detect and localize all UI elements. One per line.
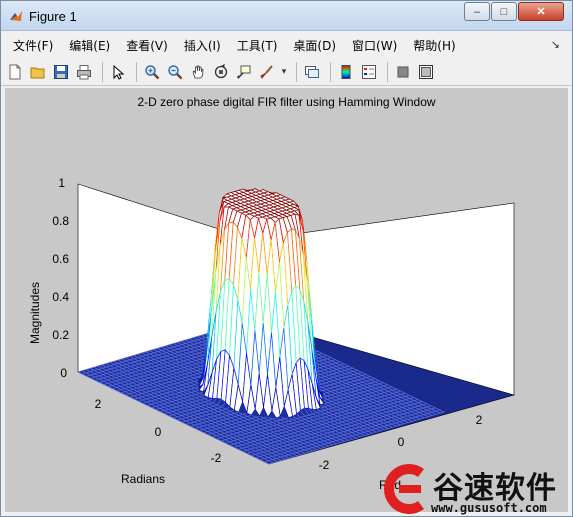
- select-arrow-icon[interactable]: [108, 62, 128, 82]
- open-file-icon[interactable]: [28, 62, 48, 82]
- window-title: Figure 1: [29, 9, 77, 24]
- menu-bar: 文件(F) 编辑(E) 查看(V) 插入(I) 工具(T) 桌面(D) 窗口(W…: [1, 32, 572, 58]
- close-button[interactable]: ✕: [518, 2, 564, 21]
- z-axis: 1 0.8 0.6 0.4 0.2 0 Magnitudes: [28, 176, 69, 380]
- figure-canvas[interactable]: 2-D zero phase digital FIR filter using …: [5, 88, 568, 512]
- watermark-logo-icon: [384, 464, 424, 514]
- z-tick-label: 0.8: [52, 214, 69, 228]
- surface-plot[interactable]: 1 0.8 0.6 0.4 0.2 0 Magnitudes 2 0 -2 Ra…: [5, 88, 568, 512]
- zoom-out-icon[interactable]: [165, 62, 185, 82]
- z-tick-label: 0: [60, 366, 67, 380]
- menu-help[interactable]: 帮助(H): [405, 34, 463, 57]
- toolbar-separator: [136, 61, 137, 82]
- watermark-url: www.gususoft.com: [431, 501, 547, 515]
- toolbar-separator: [296, 61, 297, 82]
- figure-window: Figure 1 – □ ✕ 文件(F) 编辑(E) 查看(V) 插入(I) 工…: [0, 0, 573, 517]
- brush-dropdown-icon[interactable]: ▾: [280, 62, 288, 82]
- menu-tools[interactable]: 工具(T): [229, 34, 286, 57]
- title-bar[interactable]: Figure 1 – □ ✕: [1, 1, 572, 31]
- z-axis-label: Magnitudes: [28, 282, 42, 344]
- menu-view[interactable]: 查看(V): [118, 34, 176, 57]
- figure-toolbar: ▾: [1, 58, 572, 86]
- x-tick-label: -2: [211, 451, 222, 465]
- new-figure-icon[interactable]: [5, 62, 25, 82]
- z-tick-label: 0.2: [52, 328, 69, 342]
- matlab-logo-icon: [10, 11, 22, 21]
- menu-overflow-icon[interactable]: ↘: [551, 38, 560, 51]
- zoom-in-icon[interactable]: [142, 62, 162, 82]
- y-tick-label: 0: [398, 435, 405, 449]
- z-tick-label: 0.6: [52, 252, 69, 266]
- toolbar-separator: [102, 61, 103, 82]
- data-cursor-icon[interactable]: [234, 62, 254, 82]
- maximize-button[interactable]: □: [491, 2, 517, 21]
- x-tick-label: 2: [95, 397, 102, 411]
- rotate-3d-icon[interactable]: [211, 62, 231, 82]
- legend-icon[interactable]: [359, 62, 379, 82]
- z-tick-label: 1: [58, 176, 65, 190]
- close-icon: ✕: [536, 6, 546, 18]
- menu-insert[interactable]: 插入(I): [176, 34, 229, 57]
- hide-plot-tools-icon[interactable]: [393, 62, 413, 82]
- y-tick-label: 2: [476, 413, 483, 427]
- x-tick-label: 0: [155, 425, 162, 439]
- surface-mesh: [197, 187, 325, 419]
- menu-window[interactable]: 窗口(W): [344, 34, 405, 57]
- minimize-icon: –: [473, 5, 481, 18]
- show-plot-tools-icon[interactable]: [416, 62, 436, 82]
- x-axis-label: Radians: [121, 472, 165, 486]
- brush-icon[interactable]: [257, 62, 277, 82]
- y-tick-label: -2: [319, 458, 330, 472]
- menu-edit[interactable]: 编辑(E): [61, 34, 118, 57]
- minimize-button[interactable]: –: [464, 2, 490, 21]
- menu-desktop[interactable]: 桌面(D): [285, 34, 344, 57]
- toolbar-separator: [387, 61, 388, 82]
- toolbar-separator: [330, 61, 331, 82]
- maximize-icon: □: [500, 5, 508, 18]
- colorbar-icon[interactable]: [336, 62, 356, 82]
- z-tick-label: 0.4: [52, 290, 69, 304]
- save-icon[interactable]: [51, 62, 71, 82]
- pan-icon[interactable]: [188, 62, 208, 82]
- watermark: 谷速软件 www.gususoft.com: [373, 463, 573, 515]
- menu-file[interactable]: 文件(F): [5, 34, 61, 57]
- print-icon[interactable]: [74, 62, 94, 82]
- link-plot-icon[interactable]: [302, 62, 322, 82]
